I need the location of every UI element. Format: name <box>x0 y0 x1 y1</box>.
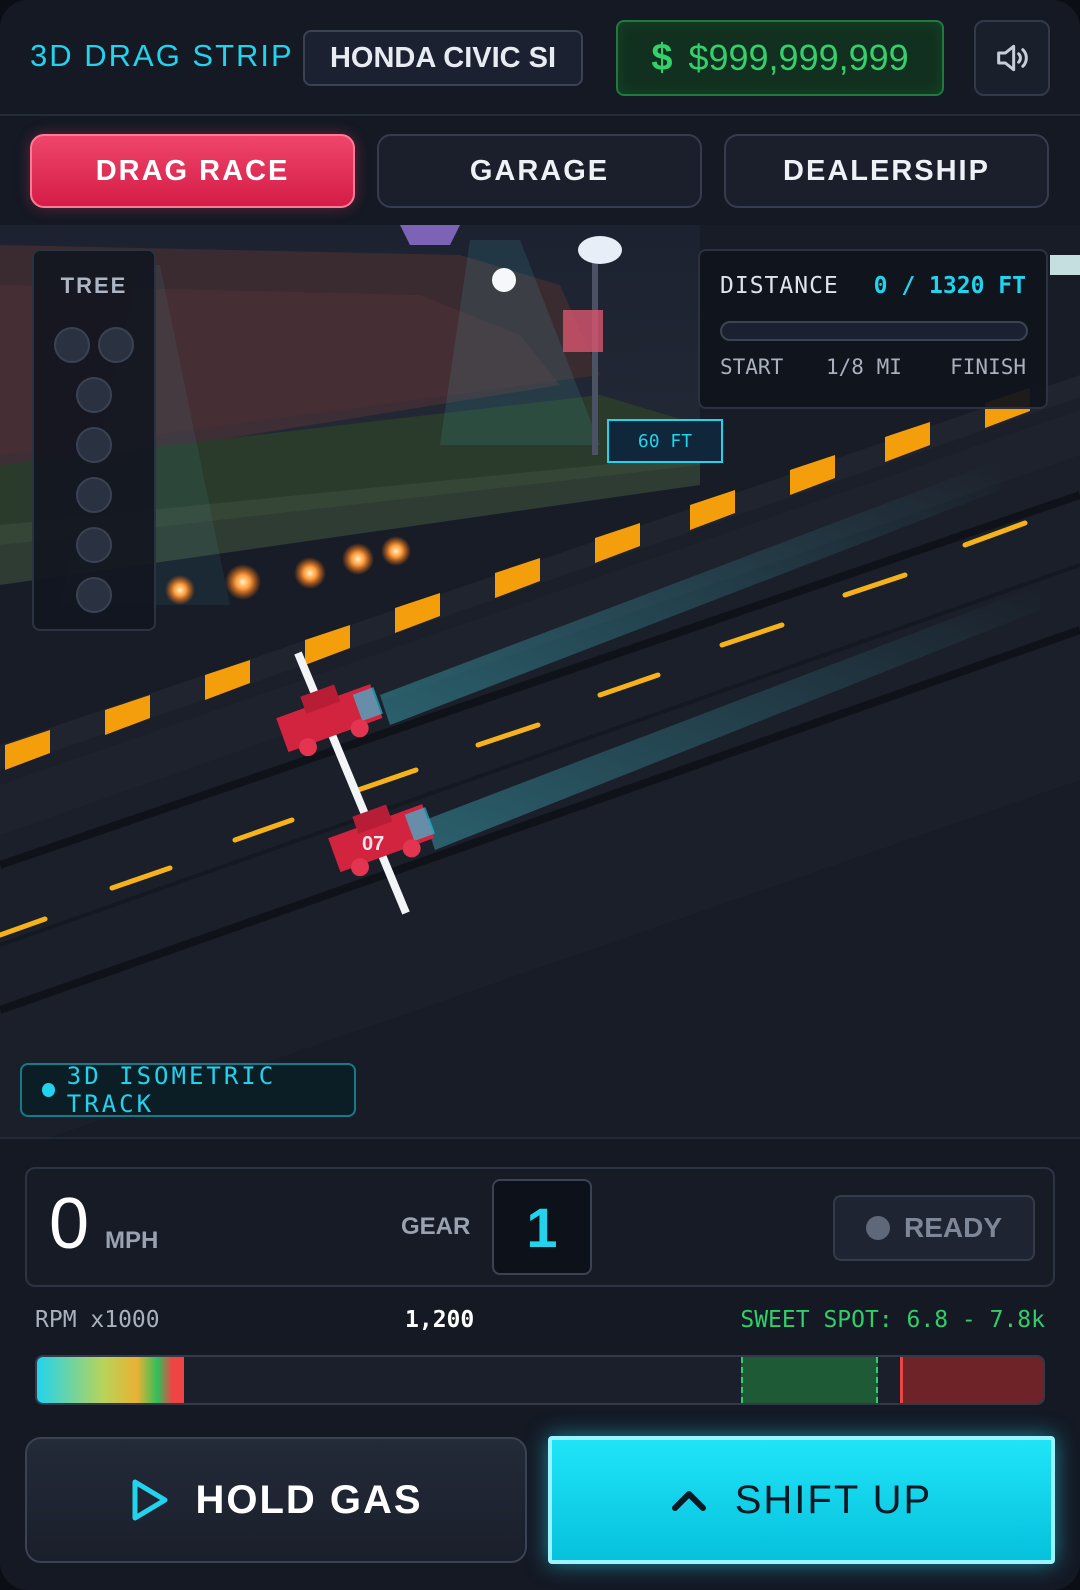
hold-gas-label: HOLD GAS <box>195 1477 423 1522</box>
rpm-sweet-zone <box>741 1357 878 1403</box>
rpm-row: RPM x1000 1,200 SWEET SPOT: 6.8 - 7.8k <box>35 1307 1045 1341</box>
tab-dealership[interactable]: DEALERSHIP <box>724 134 1049 208</box>
sixty-foot-marker: 60 FT <box>637 430 693 452</box>
hold-gas-button[interactable]: HOLD GAS <box>25 1437 527 1563</box>
shift-up-label: SHIFT UP <box>734 1477 933 1522</box>
app-title: 3D DRAG STRIP <box>30 38 294 73</box>
game-frame: 3D DRAG STRIP HONDA CIVIC SI $ $999,999,… <box>0 0 1080 1590</box>
shift-up-button[interactable]: SHIFT UP <box>548 1436 1055 1564</box>
tab-garage[interactable]: GARAGE <box>377 134 702 208</box>
distance-start-label: START <box>720 355 784 379</box>
track-mode-label: 3D ISOMETRIC TRACK <box>66 1062 277 1118</box>
speaker-icon <box>997 44 1028 72</box>
money-display: $ $999,999,999 <box>616 20 944 96</box>
distance-eighth-mile-label: 1/8 MI <box>826 355 902 379</box>
rpm-redline-zone <box>900 1357 1043 1403</box>
tree-bulb-green <box>76 527 112 563</box>
play-icon <box>132 1479 168 1521</box>
dashboard: 0 MPH GEAR 1 READY RPM x1000 1,200 SWEET… <box>0 1137 1080 1590</box>
tree-bulb-amber-2 <box>76 427 112 463</box>
tab-drag-race[interactable]: DRAG RACE <box>30 134 355 208</box>
rpm-fill <box>37 1357 184 1403</box>
track-mode-badge: 3D ISOMETRIC TRACK <box>20 1062 356 1118</box>
speed-unit: MPH <box>105 1227 159 1254</box>
sound-toggle-button[interactable] <box>974 20 1050 96</box>
tree-bulb-prestage-left <box>54 327 90 363</box>
christmas-tree-lights: TREE <box>32 249 156 631</box>
car-number: 07 <box>362 833 385 855</box>
rpm-label: RPM x1000 <box>35 1307 160 1333</box>
money-amount: $999,999,999 <box>688 37 909 78</box>
distance-label: DISTANCE <box>720 273 839 299</box>
instrument-panel: 0 MPH GEAR 1 READY <box>25 1167 1055 1287</box>
top-bar: 3D DRAG STRIP HONDA CIVIC SI $ $999,999,… <box>0 0 1080 116</box>
ready-status-badge: READY <box>833 1195 1035 1261</box>
gear-label: GEAR <box>401 1213 471 1240</box>
ready-label: READY <box>903 1212 1002 1243</box>
race-scene: 60 FT 07 TREE DISTANCE 0 / 1320 FT START… <box>0 225 1080 1137</box>
rpm-gauge <box>35 1355 1045 1405</box>
distance-value: 0 / 1320 FT <box>873 273 1026 299</box>
tree-title: TREE <box>60 273 128 298</box>
distance-finish-label: FINISH <box>950 355 1026 379</box>
tree-bulb-prestage-right <box>98 327 134 363</box>
distance-progress-bar <box>720 321 1028 341</box>
status-dot-icon <box>865 1216 890 1240</box>
tree-bulb-amber-1 <box>76 377 112 413</box>
chevron-up-icon <box>671 1491 706 1511</box>
speed-readout: 0 <box>49 1184 90 1264</box>
gear-indicator: 1 <box>492 1179 592 1275</box>
nav-tabs: DRAG RACE GARAGE DEALERSHIP <box>0 118 1080 224</box>
tree-bulb-amber-3 <box>76 477 112 513</box>
status-dot-icon <box>42 1083 55 1097</box>
car-name-badge: HONDA CIVIC SI <box>303 30 583 86</box>
sweet-spot-label: SWEET SPOT: 6.8 - 7.8k <box>740 1307 1045 1333</box>
tree-bulb-red <box>76 577 112 613</box>
distance-panel: DISTANCE 0 / 1320 FT START 1/8 MI FINISH <box>698 249 1048 409</box>
dollar-icon: $ <box>651 36 673 79</box>
rpm-value: 1,200 <box>405 1307 475 1333</box>
